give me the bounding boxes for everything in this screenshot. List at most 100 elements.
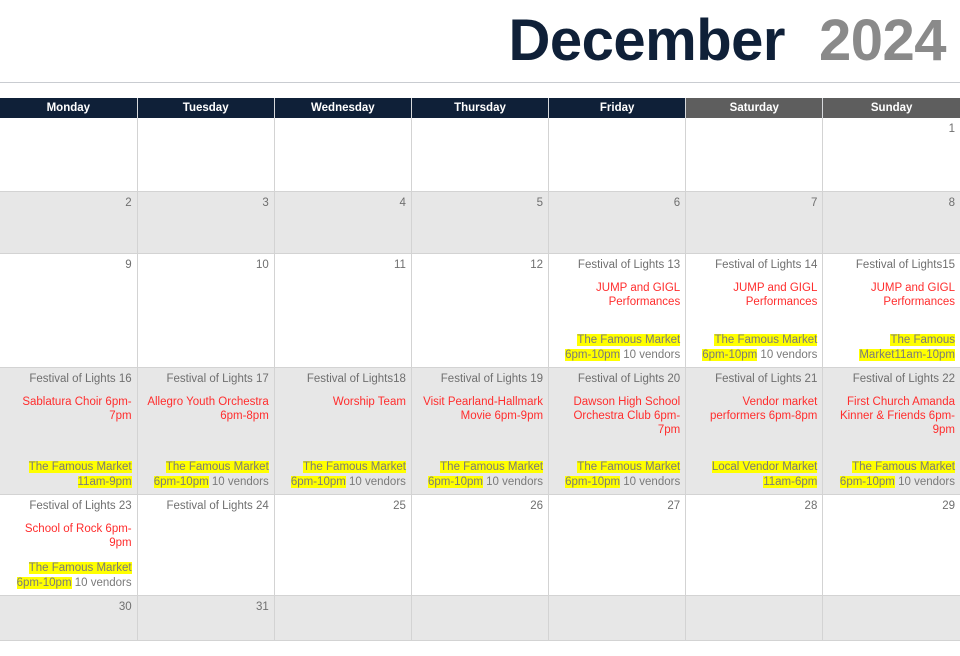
day-cell-content: 30 [4, 600, 132, 636]
day-cell-content: 25 [279, 499, 406, 591]
calendar-day-cell[interactable] [548, 118, 687, 192]
calendar-day-cell[interactable]: 8 [822, 191, 960, 254]
day-market-text: The Famous Market 6pm-10pm 10 vendors [142, 460, 269, 490]
calendar-day-cell[interactable]: 27 [548, 494, 687, 596]
calendar-day-cell[interactable]: Festival of Lights 19 Visit Pearland-Hall… [411, 367, 550, 495]
calendar-day-cell[interactable]: 10 [137, 253, 275, 368]
calendar-day-cell[interactable] [274, 118, 412, 192]
day-cell-content: 4 [279, 196, 406, 249]
cell-spacer [4, 423, 132, 449]
day-number-line: Festival of Lights 21 [715, 372, 818, 385]
day-event-text: Visit Pearland-Hallmark Movie 6pm-9pm [423, 395, 544, 422]
day-cell-content [553, 600, 680, 636]
calendar-week-row: Festival of Lights 23 School of Rock 6pm-… [0, 494, 960, 596]
calendar-day-cell[interactable] [0, 118, 138, 192]
market-highlight: Local Vendor Market 11am-6pm [711, 460, 818, 488]
calendar-day-cell[interactable]: Festival of Lights 13 JUMP and GIGL Perfo… [548, 253, 687, 368]
calendar-day-cell[interactable]: 31 [137, 595, 275, 641]
calendar-day-cell[interactable]: 28 [685, 494, 824, 596]
day-cell-content: 3 [142, 196, 269, 249]
cell-spacer [553, 513, 680, 591]
day-cell-content: 29 [827, 499, 955, 591]
market-vendor-count: 10 vendors [620, 348, 681, 361]
calendar-day-cell[interactable]: Festival of Lights 23 School of Rock 6pm-… [0, 494, 138, 596]
calendar-week-row: 2 3 4 5 6 7 8 [0, 191, 960, 254]
day-cell-content: Festival of Lights 22 First Church Amanda… [827, 372, 955, 490]
calendar-day-cell[interactable]: 2 [0, 191, 138, 254]
calendar-day-cell[interactable] [685, 595, 824, 641]
calendar-day-cell[interactable]: 11 [274, 253, 412, 368]
calendar-day-cell[interactable] [411, 595, 550, 641]
cell-spacer [416, 210, 543, 249]
day-number-line: 25 [393, 499, 406, 512]
calendar-day-cell[interactable] [548, 595, 687, 641]
calendar-page: December 2024 Monday Tuesday Wednesday Thur… [0, 0, 960, 656]
calendar-day-cell[interactable]: Festival of Lights 21 Vendor market perfo… [685, 367, 824, 495]
day-cell-content: 5 [416, 196, 543, 249]
day-cell-content [827, 600, 955, 636]
day-number-line: 3 [262, 196, 269, 209]
cell-spacer [142, 272, 269, 363]
market-vendor-count: 10 vendors [345, 475, 406, 488]
calendar-day-cell[interactable]: Festival of Lights 20 Dawson High School … [548, 367, 687, 495]
day-cell-content: 27 [553, 499, 680, 591]
cell-spacer [827, 210, 955, 249]
day-cell-content: 11 [279, 258, 406, 363]
day-cell-content: Festival of Lights 23 School of Rock 6pm-… [4, 499, 132, 591]
day-cell-content: 26 [416, 499, 543, 591]
cell-spacer [279, 409, 406, 449]
calendar-day-cell[interactable]: 6 [548, 191, 687, 254]
day-cell-content: 6 [553, 196, 680, 249]
day-cell-content: Festival of Lights 14 JUMP and GIGL Perfo… [690, 258, 818, 363]
calendar-day-cell[interactable]: Festival of Lights18 Worship Team The Famo… [274, 367, 412, 495]
market-vendor-count: 10 vendors [894, 475, 955, 488]
day-cell-content [553, 122, 680, 187]
cell-spacer [416, 423, 543, 449]
calendar-day-cell[interactable]: Festival of Lights 24 [137, 494, 275, 596]
calendar-day-cell[interactable]: 26 [411, 494, 550, 596]
calendar-week-row: 1 [0, 118, 960, 192]
day-number-line: 31 [255, 600, 269, 613]
calendar-day-cell[interactable]: 4 [274, 191, 412, 254]
calendar-day-cell[interactable]: Festival of Lights 16 Sablatura Choir 6pm… [0, 367, 138, 495]
calendar-day-cell[interactable] [137, 118, 275, 192]
calendar-week-row: 30 31 [0, 595, 960, 641]
cell-spacer [279, 210, 406, 249]
cell-spacer [279, 272, 406, 363]
day-cell-content: Festival of Lights18 Worship Team The Famo… [279, 372, 406, 490]
day-market-text: The Famous Market 6pm-10pm 10 vendors [553, 460, 681, 490]
market-vendor-count: 10 vendors [620, 475, 681, 488]
day-number-line: Festival of Lights15 [855, 258, 955, 271]
calendar-day-cell[interactable]: 9 [0, 253, 138, 368]
calendar-day-cell[interactable]: 7 [685, 191, 824, 254]
market-vendor-count: 10 vendors [208, 475, 269, 488]
calendar-day-cell[interactable]: Festival of Lights 17 Allegro Youth Orche… [137, 367, 275, 495]
calendar-day-cell[interactable] [411, 118, 550, 192]
day-number-line: 2 [125, 196, 132, 209]
day-number-line: Festival of Lights 20 [577, 372, 681, 385]
day-event-text: JUMP and GIGL Performances [733, 281, 818, 308]
day-cell-content: Festival of Lights 20 Dawson High School … [553, 372, 681, 490]
calendar-day-cell[interactable]: 1 [822, 118, 960, 192]
day-market-text: The Famous Market 6pm-10pm 10 vendors [553, 333, 681, 363]
day-market-text: The Famous Market 6pm-10pm 10 vendors [416, 460, 544, 490]
calendar-day-cell[interactable]: Festival of Lights 14 JUMP and GIGL Perfo… [685, 253, 824, 368]
calendar-title-bar: December 2024 [0, 0, 960, 83]
calendar-day-cell[interactable]: 12 [411, 253, 550, 368]
calendar-day-cell[interactable]: 30 [0, 595, 138, 641]
calendar-day-cell[interactable]: Festival of Lights 22 First Church Amanda… [822, 367, 960, 495]
calendar-day-cell[interactable] [274, 595, 412, 641]
market-vendor-count: 10 vendors [71, 576, 132, 589]
calendar-day-cell[interactable]: 25 [274, 494, 412, 596]
cell-spacer [690, 309, 817, 322]
calendar-day-cell[interactable] [822, 595, 960, 641]
calendar-day-cell[interactable]: 3 [137, 191, 275, 254]
calendar-day-cell[interactable] [685, 118, 824, 192]
calendar-day-cell[interactable]: 5 [411, 191, 550, 254]
calendar-day-cell[interactable]: 29 [822, 494, 960, 596]
day-number-line: 27 [667, 499, 681, 512]
cell-spacer [416, 272, 543, 363]
market-vendor-count: 10 vendors [482, 475, 544, 488]
calendar-day-cell[interactable]: Festival of Lights15 JUMP and GIGL Perfor… [822, 253, 960, 368]
day-event-text: Vendor market performers 6pm-8pm [709, 395, 818, 422]
